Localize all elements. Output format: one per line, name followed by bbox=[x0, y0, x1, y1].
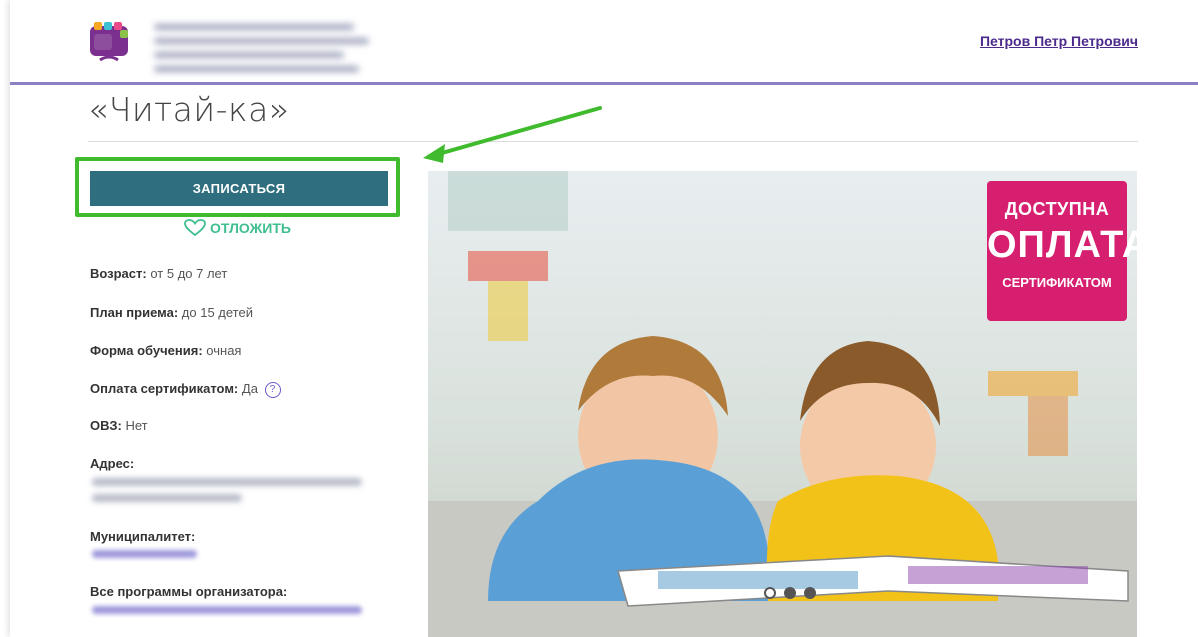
certificate-label: Оплата сертификатом: bbox=[90, 381, 239, 396]
form-row: Форма обучения: очная bbox=[90, 343, 241, 358]
carousel-dot[interactable] bbox=[804, 587, 816, 599]
carousel-dots bbox=[764, 587, 816, 599]
help-icon[interactable]: ? bbox=[264, 381, 281, 398]
municipality-link-blurred[interactable] bbox=[92, 550, 197, 558]
certificate-row: Оплата сертификатом: Да ? bbox=[90, 381, 281, 398]
ovz-row: ОВЗ: Нет bbox=[90, 418, 148, 433]
enroll-button[interactable]: ЗАПИСАТЬСЯ bbox=[90, 171, 388, 206]
defer-label: ОТЛОЖИТЬ bbox=[210, 220, 291, 236]
plan-row: План приема: до 15 детей bbox=[90, 305, 253, 320]
annotation-arrow bbox=[423, 106, 602, 163]
ovz-label: ОВЗ: bbox=[90, 418, 122, 433]
municipality-label: Муниципалитет: bbox=[90, 529, 196, 544]
user-profile-link[interactable]: Петров Петр Петрович bbox=[980, 33, 1138, 49]
heart-icon bbox=[184, 219, 206, 237]
organizer-link-blurred[interactable] bbox=[92, 606, 362, 614]
program-photo: ДОСТУПНА ОПЛАТА СЕРТИФИКАТОМ bbox=[428, 171, 1137, 637]
page-title: «Читай-ка» bbox=[88, 90, 290, 129]
age-value: от 5 до 7 лет bbox=[150, 266, 228, 281]
ovz-value: Нет bbox=[125, 418, 148, 433]
certificate-payment-banner: ДОСТУПНА ОПЛАТА СЕРТИФИКАТОМ bbox=[987, 181, 1137, 321]
age-row: Возраст: от 5 до 7 лет bbox=[90, 266, 227, 281]
logo[interactable] bbox=[88, 20, 130, 62]
banner-line-2: ОПЛАТА bbox=[987, 224, 1137, 266]
certificate-value: Да bbox=[241, 381, 258, 396]
carousel-dot[interactable] bbox=[764, 587, 776, 599]
carousel-dot-active[interactable] bbox=[784, 587, 796, 599]
all-programs-label: Все программы организатора: bbox=[90, 584, 288, 599]
defer-button[interactable]: ОТЛОЖИТЬ bbox=[184, 219, 291, 237]
form-label: Форма обучения: bbox=[90, 343, 203, 358]
organization-name-blurred bbox=[148, 18, 380, 72]
banner-line-1: ДОСТУПНА bbox=[1004, 199, 1110, 219]
plan-label: План приема: bbox=[90, 305, 179, 320]
form-value: очная bbox=[206, 343, 242, 358]
logo-icon bbox=[90, 22, 128, 62]
address-value-blurred bbox=[92, 478, 382, 502]
page: Петров Петр Петрович «Читай-ка» ЗАПИСАТЬ… bbox=[10, 0, 1198, 637]
all-programs-row: Все программы организатора: bbox=[90, 584, 287, 599]
municipality-row: Муниципалитет: bbox=[90, 529, 195, 544]
title-divider bbox=[88, 141, 1138, 142]
header: Петров Петр Петрович bbox=[10, 0, 1198, 85]
address-label: Адрес: bbox=[90, 456, 135, 471]
age-label: Возраст: bbox=[90, 266, 147, 281]
address-row: Адрес: bbox=[90, 456, 134, 471]
plan-value: до 15 детей bbox=[181, 305, 253, 320]
banner-line-3: СЕРТИФИКАТОМ bbox=[1002, 275, 1112, 290]
